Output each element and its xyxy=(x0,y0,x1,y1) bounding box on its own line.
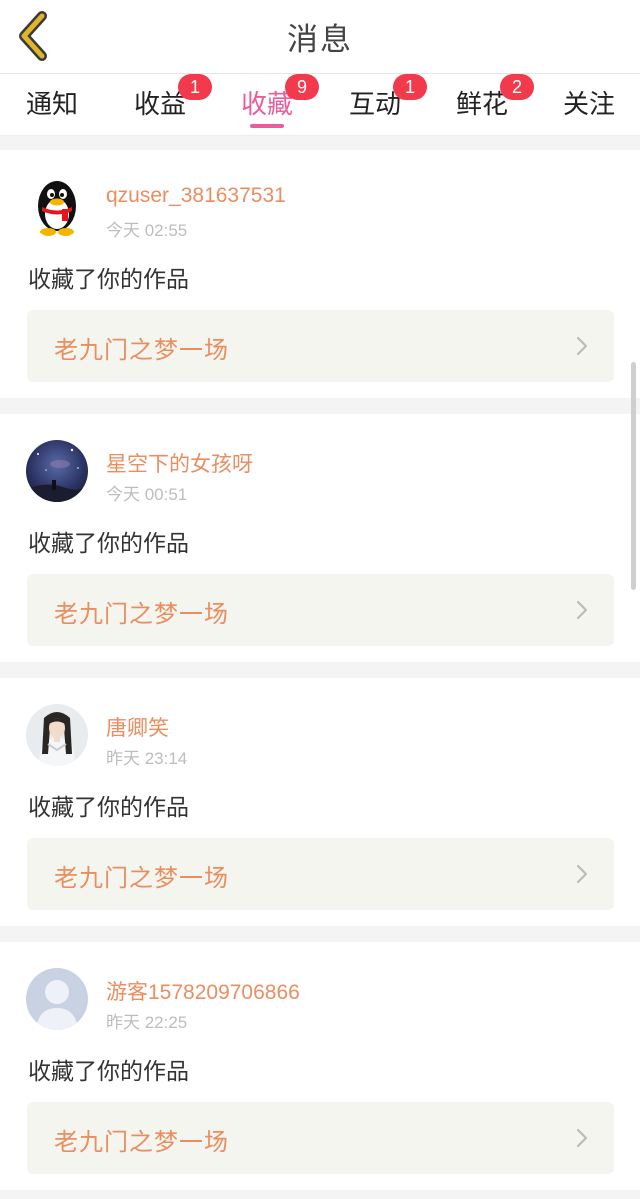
tab-notice[interactable]: 通知 xyxy=(26,84,78,121)
unread-badge: 2 xyxy=(500,74,534,100)
work-title: 老九门之梦一场 xyxy=(54,600,229,628)
default-user-icon xyxy=(26,968,88,1030)
active-tab-indicator xyxy=(250,124,284,128)
tab-bar: 通知 收益 1 收藏 9 互动 1 鲜花 2 关注 xyxy=(0,74,640,136)
work-link[interactable]: 老九门之梦一场 xyxy=(27,310,614,382)
notification-card: 唐卿笑 昨天 23:14 收藏了你的作品 老九门之梦一场 xyxy=(0,678,640,926)
username-link[interactable]: 游客1578209706866 xyxy=(106,976,300,1006)
chevron-right-icon xyxy=(576,1128,588,1148)
tab-label: 鲜花 xyxy=(456,90,509,120)
work-title: 老九门之梦一场 xyxy=(54,336,229,364)
notification-card: 星空下的女孩呀 今天 00:51 收藏了你的作品 老九门之梦一场 xyxy=(0,414,640,662)
unread-badge: 1 xyxy=(178,74,212,100)
avatar[interactable] xyxy=(26,440,88,502)
header: 消息 xyxy=(0,0,640,74)
tab-label: 通知 xyxy=(26,90,79,120)
action-text: 收藏了你的作品 xyxy=(28,531,189,557)
notification-card: 游客1578209706866 昨天 22:25 收藏了你的作品 老九门之梦一场 xyxy=(0,942,640,1190)
chevron-right-icon xyxy=(576,336,588,356)
tab-flowers[interactable]: 鲜花 2 xyxy=(456,74,534,121)
work-title: 老九门之梦一场 xyxy=(54,1128,229,1156)
chevron-right-icon xyxy=(576,600,588,620)
unread-badge: 9 xyxy=(285,74,319,100)
tab-earnings[interactable]: 收益 1 xyxy=(134,74,212,121)
username-link[interactable]: qzuser_381637531 xyxy=(106,184,286,208)
chevron-right-icon xyxy=(576,864,588,884)
username-link[interactable]: 星空下的女孩呀 xyxy=(106,448,253,478)
work-link[interactable]: 老九门之梦一场 xyxy=(27,1102,614,1174)
work-link[interactable]: 老九门之梦一场 xyxy=(27,838,614,910)
action-text: 收藏了你的作品 xyxy=(28,267,189,293)
work-link[interactable]: 老九门之梦一场 xyxy=(27,574,614,646)
tab-favorites[interactable]: 收藏 9 xyxy=(241,74,319,121)
tab-label: 收藏 xyxy=(241,90,294,120)
starry-sky-icon xyxy=(26,440,88,502)
work-title: 老九门之梦一场 xyxy=(54,864,229,892)
unread-badge: 1 xyxy=(393,74,427,100)
tab-label: 收益 xyxy=(134,90,187,120)
timestamp: 今天 02:55 xyxy=(106,221,188,240)
tab-label: 关注 xyxy=(563,90,616,120)
avatar[interactable] xyxy=(26,704,88,766)
timestamp: 昨天 23:14 xyxy=(106,749,188,768)
avatar[interactable] xyxy=(26,968,88,1030)
portrait-icon xyxy=(26,704,88,766)
notification-card: qzuser_381637531 今天 02:55 收藏了你的作品 老九门之梦一… xyxy=(0,150,640,398)
qq-penguin-icon xyxy=(26,176,88,238)
avatar[interactable] xyxy=(26,176,88,238)
timestamp: 昨天 22:25 xyxy=(106,1013,188,1032)
page-title: 消息 xyxy=(287,22,353,58)
timestamp: 今天 00:51 xyxy=(106,485,188,504)
username-link[interactable]: 唐卿笑 xyxy=(106,712,169,742)
tab-label: 互动 xyxy=(349,90,402,120)
scrollbar[interactable] xyxy=(631,362,636,590)
messages-screen: 消息 通知 收益 1 收藏 9 互动 1 鲜花 2 关注 qzuser_3816… xyxy=(0,0,640,1199)
tab-follow[interactable]: 关注 xyxy=(563,84,615,121)
action-text: 收藏了你的作品 xyxy=(28,1059,189,1085)
action-text: 收藏了你的作品 xyxy=(28,795,189,821)
tab-interaction[interactable]: 互动 1 xyxy=(349,74,427,121)
